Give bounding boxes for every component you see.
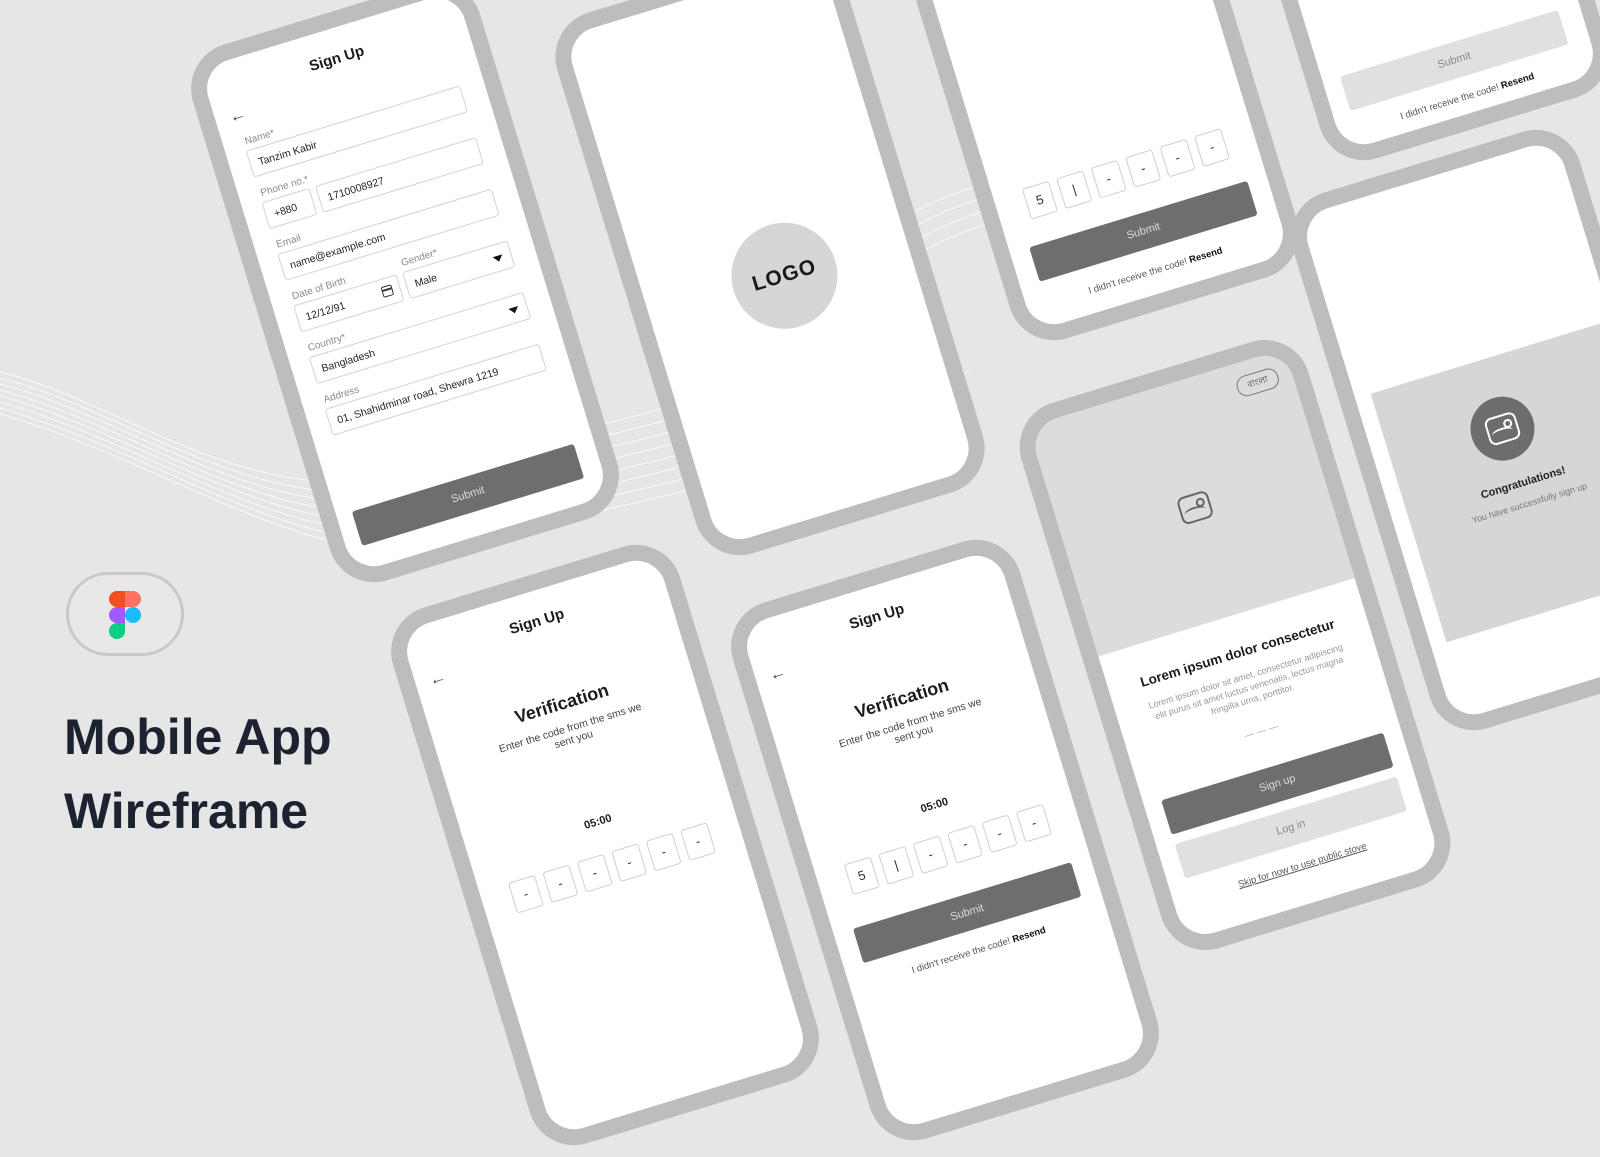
image-icon	[1175, 489, 1215, 526]
otp-digit[interactable]: 5	[843, 856, 880, 896]
hero-image-placeholder: বাংলা	[1028, 348, 1355, 657]
chevron-down-icon	[508, 306, 520, 315]
resend-link[interactable]: Resend	[1500, 71, 1536, 92]
otp-digit[interactable]: -	[912, 835, 949, 875]
otp-digit[interactable]: -	[645, 832, 682, 872]
otp-digit[interactable]: -	[1159, 138, 1196, 178]
back-arrow-icon[interactable]: ←	[227, 104, 249, 128]
back-arrow-icon[interactable]: ←	[767, 662, 789, 686]
otp-digit[interactable]: -	[680, 822, 717, 862]
calendar-icon[interactable]	[380, 284, 395, 298]
chevron-down-icon	[492, 254, 504, 264]
gender-value: Male	[413, 271, 439, 290]
otp-digit[interactable]: 5	[1021, 180, 1058, 220]
otp-digit[interactable]: -	[1015, 803, 1053, 843]
otp-digit[interactable]: -	[1193, 128, 1231, 167]
dob-field[interactable]: 12/12/91	[293, 274, 405, 333]
otp-digit[interactable]: |	[1056, 170, 1093, 210]
image-placeholder-icon	[1462, 388, 1543, 469]
success-modal: × Congratulations! You have successfully…	[1370, 306, 1600, 643]
country-value: Bangladesh	[320, 347, 377, 375]
otp-digit[interactable]: -	[1125, 149, 1162, 189]
otp-digit[interactable]: -	[507, 874, 545, 914]
otp-digit[interactable]: -	[947, 824, 984, 864]
otp-digit[interactable]: |	[878, 845, 915, 885]
dob-value: 12/12/91	[304, 299, 347, 324]
language-toggle[interactable]: বাংলা	[1234, 366, 1282, 399]
otp-digit[interactable]: -	[1090, 159, 1127, 199]
logo: LOGO	[718, 209, 851, 342]
figma-badge	[66, 572, 184, 656]
headline-line-2: Wireframe	[64, 783, 309, 839]
resend-link[interactable]: Resend	[1011, 925, 1047, 946]
otp-digit[interactable]: -	[981, 814, 1018, 854]
gender-select[interactable]: Male	[402, 240, 516, 300]
resend-link[interactable]: Resend	[1188, 245, 1224, 266]
back-arrow-icon[interactable]: ←	[427, 667, 449, 691]
otp-digit[interactable]: -	[611, 843, 648, 883]
otp-digit[interactable]: -	[542, 864, 579, 904]
headline-line-1: Mobile App	[64, 709, 332, 765]
figma-logo-icon	[109, 591, 141, 639]
otp-digit[interactable]: -	[576, 853, 613, 893]
